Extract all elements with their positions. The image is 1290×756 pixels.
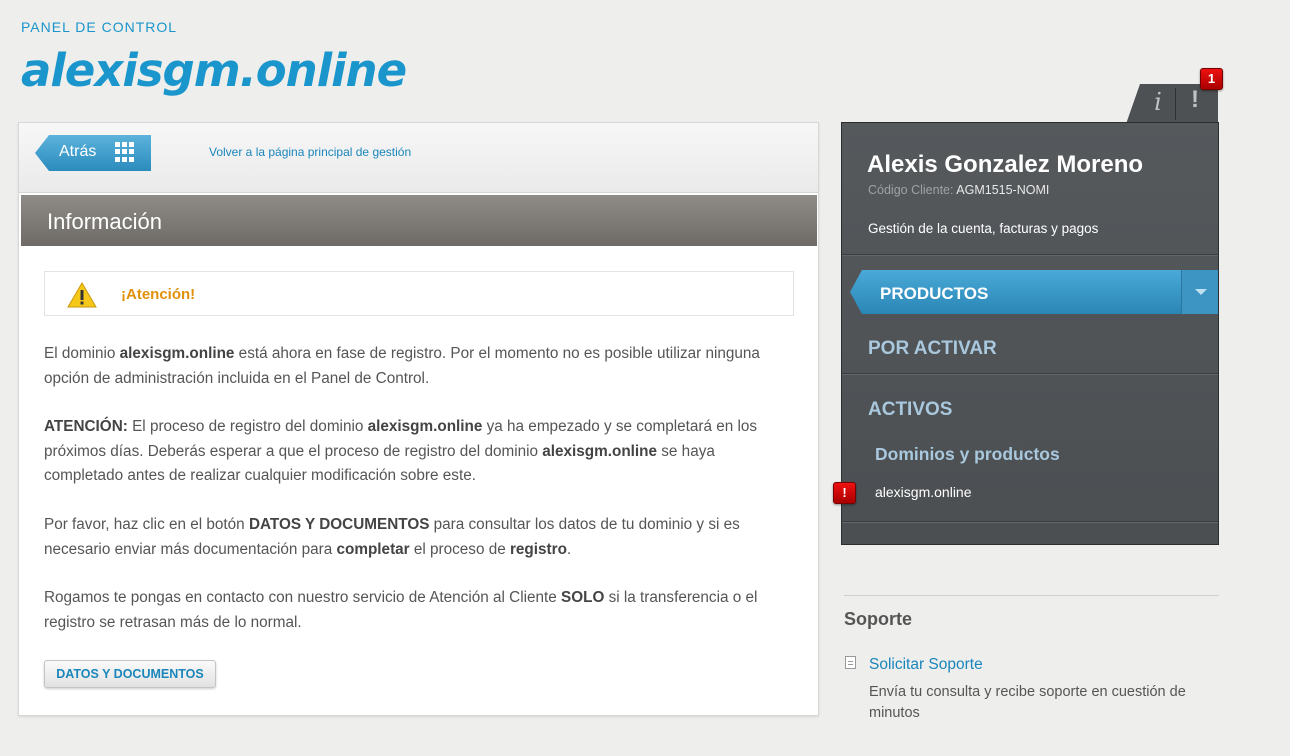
tab-divider xyxy=(1175,88,1176,120)
divider xyxy=(842,373,1218,375)
info-tab-icon[interactable]: i xyxy=(1144,88,1172,118)
datos-documentos-button[interactable]: DATOS Y DOCUMENTOS xyxy=(44,660,216,688)
info-paragraph: Por favor, haz clic en el botón DATOS Y … xyxy=(44,516,740,558)
site-title: alexisgm.online xyxy=(21,44,407,97)
panel-kicker: PANEL DE CONTROL xyxy=(21,19,178,35)
main-panel: Atrás Volver a la página principal de ge… xyxy=(18,122,819,716)
client-code-label: Código Cliente: xyxy=(868,183,954,197)
menu-dominios-productos[interactable]: Dominios y productos xyxy=(875,444,1060,465)
grid-icon xyxy=(115,142,135,162)
domain-item[interactable]: alexisgm.online xyxy=(875,484,972,500)
client-code-value: AGM1515-NOMI xyxy=(956,183,1050,197)
info-paragraph: Rogamos te pongas en contacto con nuestr… xyxy=(44,589,758,631)
alerts-tab-icon[interactable]: ! xyxy=(1180,86,1210,118)
alert-title: ¡Atención! xyxy=(121,286,196,303)
support-title: Soporte xyxy=(844,609,913,629)
alert-count-badge: 1 xyxy=(1200,68,1223,90)
warning-icon xyxy=(67,282,97,308)
support-description: Envía tu consulta y recibe soporte en cu… xyxy=(869,684,1186,721)
divider xyxy=(844,595,1219,596)
support-request-link[interactable]: Solicitar Soporte xyxy=(869,656,983,674)
domain-alert-badge: ! xyxy=(833,482,856,504)
client-code: Código Cliente: AGM1515-NOMI xyxy=(868,183,1049,197)
account-name: Alexis Gonzalez Moreno xyxy=(867,151,1144,178)
alert-box: ¡Atención! xyxy=(44,271,794,316)
info-paragraph: El dominio alexisgm.online está ahora en… xyxy=(44,345,760,387)
productos-menu[interactable]: PRODUCTOS xyxy=(850,270,1218,314)
menu-activos[interactable]: ACTIVOS xyxy=(868,399,952,421)
account-manage-link[interactable]: Gestión de la cuenta, facturas y pagos xyxy=(868,221,1098,236)
divider xyxy=(842,521,1218,523)
document-icon xyxy=(845,656,856,669)
info-title: Información xyxy=(47,209,162,234)
productos-label: PRODUCTOS xyxy=(880,284,989,303)
menu-por-activar[interactable]: POR ACTIVAR xyxy=(868,338,997,360)
account-panel: Alexis Gonzalez Moreno Código Cliente: A… xyxy=(841,122,1219,545)
chevron-down-icon[interactable] xyxy=(1181,270,1218,314)
home-link[interactable]: Volver a la página principal de gestión xyxy=(209,145,411,159)
info-header: Información xyxy=(21,195,817,246)
info-paragraph: ATENCIÓN: El proceso de registro del dom… xyxy=(44,418,758,484)
divider xyxy=(842,254,1218,256)
toolbar: Atrás Volver a la página principal de ge… xyxy=(19,123,818,193)
back-button-label: Atrás xyxy=(59,143,97,160)
back-button[interactable]: Atrás xyxy=(35,135,151,171)
